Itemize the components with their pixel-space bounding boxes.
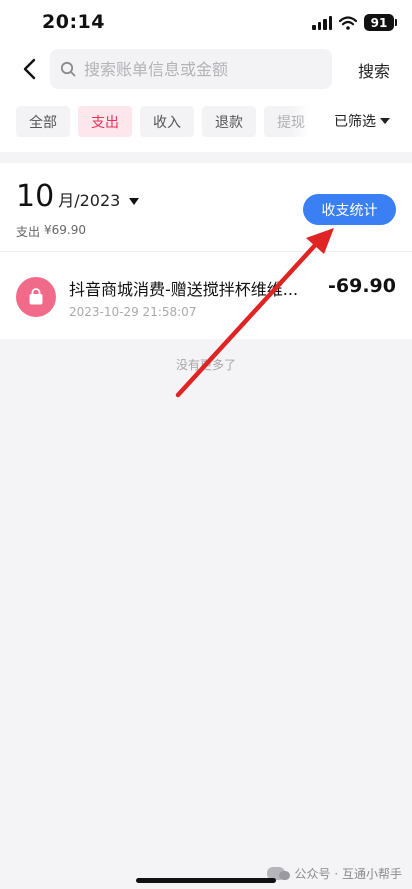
spend-amount: ¥69.90 xyxy=(44,223,87,237)
wifi-icon xyxy=(339,15,357,30)
filtered-toggle[interactable]: 已筛选 xyxy=(334,111,391,131)
signal-icon xyxy=(312,15,332,30)
search-icon xyxy=(60,61,76,77)
list-end-text: 没有更多了 xyxy=(175,358,236,372)
month-card: 10 月/2023 支出 ¥69.90 收支统计 抖音商城消费-赠送搅拌杯维维.… xyxy=(0,163,412,339)
status-bar: 20:14 91 xyxy=(0,0,412,46)
chevron-left-icon xyxy=(23,58,36,80)
income-expense-stats-button[interactable]: 收支统计 xyxy=(303,194,396,225)
transaction-amount: -69.90 xyxy=(328,275,396,297)
filtered-label: 已筛选 xyxy=(334,114,376,130)
month-selector[interactable]: 10 月/2023 xyxy=(16,179,140,214)
filter-chip-expense[interactable]: 支出 xyxy=(78,106,132,137)
filter-chip-income[interactable]: 收入 xyxy=(140,106,194,137)
spend-summary: 支出 ¥69.90 xyxy=(16,223,86,240)
search-box[interactable] xyxy=(50,49,332,89)
search-button[interactable]: 搜索 xyxy=(358,58,390,82)
battery-icon: 91 xyxy=(364,14,397,31)
spend-label: 支出 xyxy=(16,225,41,239)
divider xyxy=(0,251,412,252)
transaction-time: 2023-10-29 21:58:07 xyxy=(69,305,197,319)
watermark: 公众号 · 互通小帮手 xyxy=(266,865,402,882)
back-button[interactable] xyxy=(14,54,44,84)
status-icons: 91 xyxy=(312,14,397,31)
filter-chip-all[interactable]: 全部 xyxy=(16,106,70,137)
transaction-row[interactable]: 抖音商城消费-赠送搅拌杯维维... 2023-10-29 21:58:07 -6… xyxy=(0,257,412,335)
transaction-title: 抖音商城消费-赠送搅拌杯维维... xyxy=(69,280,299,299)
caret-down-icon xyxy=(380,118,390,124)
filter-chips: 全部 支出 收入 退款 提现 xyxy=(16,106,309,137)
home-indicator xyxy=(136,878,276,883)
caret-down-icon xyxy=(129,198,140,205)
status-time: 20:14 xyxy=(42,11,105,33)
search-input[interactable] xyxy=(84,59,314,79)
month-year: 月/2023 xyxy=(58,191,121,210)
filter-chip-withdraw[interactable]: 提现 xyxy=(264,106,309,137)
watermark-text: 公众号 · 互通小帮手 xyxy=(294,867,402,881)
shopping-bag-icon xyxy=(16,277,56,317)
month-number: 10 xyxy=(16,179,55,214)
filter-chip-refund[interactable]: 退款 xyxy=(202,106,256,137)
